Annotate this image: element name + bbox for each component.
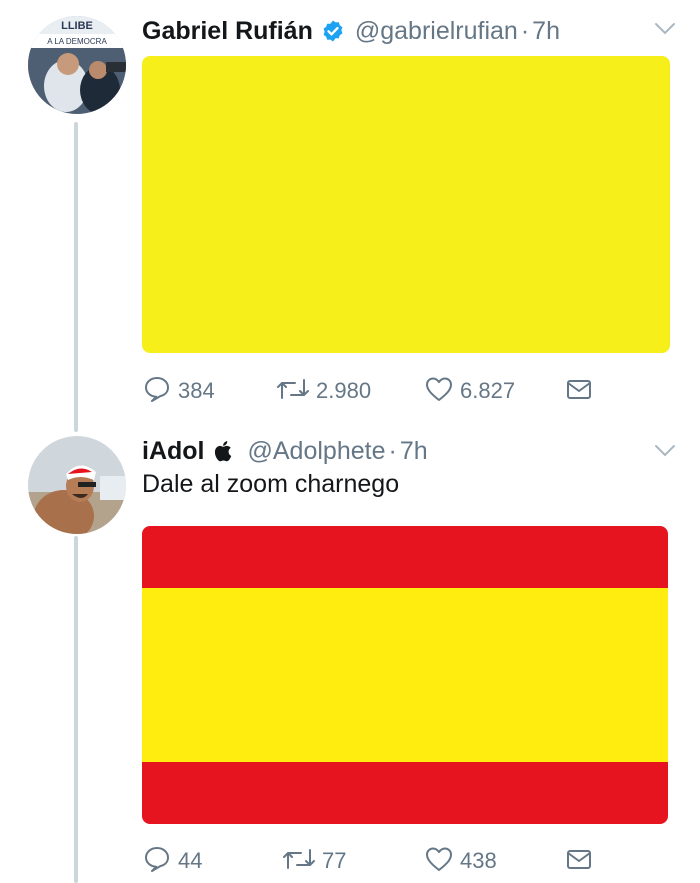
display-name[interactable]: iAdol xyxy=(142,437,205,466)
reply-count: 44 xyxy=(178,848,203,873)
svg-text:A LA DEMOCRA: A LA DEMOCRA xyxy=(47,37,107,46)
tweet-media-image[interactable] xyxy=(142,526,668,824)
envelope-icon xyxy=(564,374,594,409)
reply-button[interactable]: 44 xyxy=(142,843,202,879)
chevron-down-icon[interactable] xyxy=(654,444,676,463)
direct-message-button[interactable] xyxy=(564,843,594,879)
heart-icon xyxy=(424,844,454,879)
reply-icon xyxy=(142,374,172,409)
tweet-header: Gabriel Rufián @gabrielrufian · 7h xyxy=(142,14,560,48)
username[interactable]: @gabrielrufian xyxy=(355,17,518,46)
tweet-actions: 44 77 438 xyxy=(142,843,602,879)
username[interactable]: @Adolphete xyxy=(248,437,386,466)
svg-text:LLIBE: LLIBE xyxy=(61,20,93,32)
tweet[interactable]: LLIBE A LA DEMOCRA Gabriel Rufián @gabri… xyxy=(0,0,700,430)
separator-dot: · xyxy=(520,16,530,45)
tweet-media-image[interactable] xyxy=(142,56,670,353)
avatar[interactable]: LLIBE A LA DEMOCRA xyxy=(28,16,126,114)
separator-dot: · xyxy=(388,436,397,465)
tweet-actions: 384 2.980 6.827 xyxy=(142,373,602,409)
direct-message-button[interactable] xyxy=(564,373,594,409)
flag-stripe-red-top xyxy=(142,526,668,588)
tweet-header: iAdol @Adolphete · 7h xyxy=(142,434,428,468)
reply-icon xyxy=(142,844,172,879)
heart-icon xyxy=(424,374,454,409)
apple-icon xyxy=(214,440,232,462)
flag-stripe-yellow xyxy=(142,56,670,353)
reply-button[interactable]: 384 xyxy=(142,373,215,409)
display-name[interactable]: Gabriel Rufián xyxy=(142,17,313,46)
chevron-down-icon[interactable] xyxy=(654,22,676,41)
flag-stripe-yellow xyxy=(142,588,668,762)
retweet-button[interactable]: 2.980 xyxy=(276,373,371,409)
retweet-count: 2.980 xyxy=(316,378,372,403)
verified-badge-icon xyxy=(321,19,345,43)
tweet-text: Dale al zoom charnego xyxy=(142,470,400,498)
retweet-count: 77 xyxy=(322,848,347,873)
flag-stripe-red-bottom xyxy=(142,762,668,824)
retweet-icon xyxy=(282,844,316,879)
like-button[interactable]: 438 xyxy=(424,843,497,879)
timestamp[interactable]: 7h xyxy=(532,17,560,46)
like-button[interactable]: 6.827 xyxy=(424,373,515,409)
like-count: 438 xyxy=(460,848,497,873)
retweet-icon xyxy=(276,374,310,409)
timestamp[interactable]: 7h xyxy=(400,437,428,466)
like-count: 6.827 xyxy=(460,378,516,403)
reply-count: 384 xyxy=(178,378,215,403)
envelope-icon xyxy=(564,844,594,879)
retweet-button[interactable]: 77 xyxy=(282,843,346,879)
avatar[interactable] xyxy=(28,436,126,534)
tweet[interactable]: iAdol @Adolphete · 7h Dale al zoom charn… xyxy=(0,430,700,883)
